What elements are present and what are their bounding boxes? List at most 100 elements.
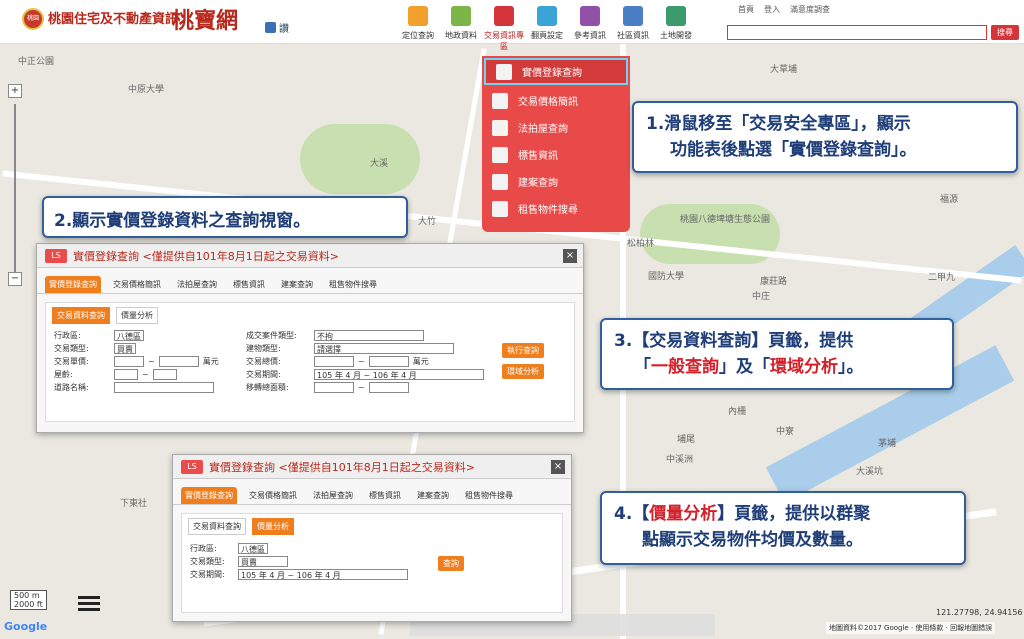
coordinate-readout: 121.27798, 24.94156 [936,608,1023,617]
survey-link[interactable]: 滿意度調查 [790,4,830,15]
nav-locate[interactable]: 定位查詢 [398,6,438,52]
menu-item-tender[interactable]: 標售資訊 [482,141,630,168]
transaction-type-select[interactable]: 買賣 [238,556,288,567]
building-type-select[interactable]: 請選擇 [314,343,454,354]
tab-price-registration[interactable]: 實價登錄查詢 [45,276,101,293]
map-icon [451,6,471,26]
road-name-input[interactable] [114,382,214,393]
callout-text: 1.滑鼠移至「交易安全專區」，顯示 [646,114,911,134]
menu-item-rental[interactable]: 租售物件搜尋 [482,195,630,222]
like-button[interactable]: 讚 [265,20,289,35]
district-select[interactable]: 八德區 [238,543,268,554]
zoom-slider-track[interactable] [14,104,16,284]
scale-metric: 500 m [14,591,40,600]
subtab-price-volume[interactable]: 價量分析 [116,307,158,324]
tab-project[interactable]: 建案查詢 [413,487,453,504]
form-left: 行政區: 八德區 交易類型: 買賣 交易期間: 105 年 4 月 ~ 106 年 4… [190,542,408,581]
transaction-type-select[interactable]: 買賣 [114,343,136,354]
unit-price-min[interactable] [114,356,144,367]
price-query-window: LS 實價登錄查詢 <僅提供自101年8月1日起之交易資料> × 實價登錄查詢 … [36,243,584,433]
district-select[interactable]: 八德區 [114,330,144,341]
price-volume-window: LS 實價登錄查詢 <僅提供自101年8月1日起之交易資料> × 實價登錄查詢 … [172,454,572,622]
subtab-transaction-query[interactable]: 交易資料查詢 [188,518,246,535]
map-label: 中寮 [776,427,795,437]
case-type-select[interactable]: 不拘 [314,330,424,341]
bell-icon [492,92,508,109]
area-min[interactable] [314,382,354,393]
form-row: 建物類型: 請選擇 [246,342,486,355]
total-price-min[interactable] [314,356,354,367]
login-link[interactable]: 登入 [764,4,780,15]
execute-query-button[interactable]: 執行查詢 [502,343,544,358]
zoom-in-button[interactable]: + [8,84,22,98]
tab-rental[interactable]: 租售物件搜尋 [461,487,517,504]
tab-price-sms[interactable]: 交易價格簡訊 [109,276,165,293]
menu-item-label: 法拍屋查詢 [518,124,568,135]
nav-community[interactable]: 社區資訊 [613,6,653,52]
nav-label: 土地開發 [660,31,692,40]
tab-price-registration[interactable]: 實價登錄查詢 [181,487,237,504]
close-button[interactable]: × [563,249,577,263]
tab-tender[interactable]: 標售資訊 [229,276,269,293]
field-label: 交易類型: [190,557,225,566]
tab-tender[interactable]: 標售資訊 [365,487,405,504]
nav-layer-settings[interactable]: 翻頁設定 [527,6,567,52]
nav-land-dev[interactable]: 土地開發 [656,6,696,52]
area-max[interactable] [368,382,409,393]
zoom-out-button[interactable]: − [8,272,22,286]
subtab-price-volume[interactable]: 價量分析 [252,518,294,535]
total-price-max[interactable] [368,356,409,367]
ls-icon: LS [181,459,203,474]
period-select[interactable]: 105 年 4 月 ~ 106 年 4 月 [314,369,484,380]
nav-label: 參考資訊 [574,31,606,40]
unit-label: 萬元 [412,357,429,366]
query-button[interactable]: 查詢 [438,556,464,571]
scale-imperial: 2000 ft [14,600,43,609]
map-park [300,124,420,194]
search-input[interactable] [727,25,987,40]
map-label: 福源 [940,195,959,205]
callout-text: 功能表後點選「實價登錄查詢」。 [670,140,917,160]
map-label: 下東社 [120,499,148,509]
callout-text-part: 」。 [838,357,864,377]
map-label: 松柏林 [627,239,655,249]
callout-text-part: 」及「 [719,357,770,377]
site-logo-text[interactable]: 桃園住宅及不動產資訊 [48,8,178,27]
tab-price-sms[interactable]: 交易價格簡訊 [245,487,301,504]
period-select[interactable]: 105 年 4 月 ~ 106 年 4 月 [238,569,408,580]
age-max[interactable] [152,369,177,380]
main-nav: 定位查詢 地政資料 交易資訊專區 翻頁設定 參考資訊 社區資訊 土地開發 [398,6,696,52]
nav-transaction[interactable]: 交易資訊專區 [484,6,524,52]
map-label: 康莊路 [760,277,788,287]
tab-project[interactable]: 建案查詢 [277,276,317,293]
window-tabs: 實價登錄查詢 交易價格簡訊 法拍屋查詢 標售資訊 建案查詢 租售物件搜尋 [37,268,583,294]
window-header: LS 實價登錄查詢 <僅提供自101年8月1日起之交易資料> [37,244,583,268]
nav-reference[interactable]: 參考資訊 [570,6,610,52]
search-button[interactable]: 搜尋 [991,25,1019,40]
building-icon [623,6,643,26]
unit-price-max[interactable] [158,356,199,367]
menu-item-price-registration[interactable]: 實價登錄查詢 [484,58,628,85]
menu-item-project[interactable]: 建案查詢 [482,168,630,195]
nav-land-data[interactable]: 地政資料 [441,6,481,52]
menu-item-label: 建案查詢 [518,178,558,189]
tab-rental[interactable]: 租售物件搜尋 [325,276,381,293]
close-button[interactable]: × [551,460,565,474]
logo-badge-text: 桃園 [26,15,39,22]
menu-item-auction[interactable]: 法拍屋查詢 [482,114,630,141]
window-title: 實價登錄查詢 <僅提供自101年8月1日起之交易資料> [73,249,339,263]
menu-item-price-sms[interactable]: 交易價格簡訊 [482,87,630,114]
subtab-transaction-query[interactable]: 交易資料查詢 [52,307,110,324]
map-label: 大草埔 [770,65,798,75]
logo-badge-icon: 桃園 [22,8,44,30]
home-link[interactable]: 首頁 [738,4,754,15]
form-row: 道路名稱: [54,381,244,394]
nav-label: 翻頁設定 [531,31,563,40]
site-logo-mark[interactable]: 桃寶網 [172,3,238,35]
tab-auction[interactable]: 法拍屋查詢 [309,487,357,504]
buffer-analysis-button[interactable]: 環域分析 [502,364,544,379]
age-min[interactable] [114,369,138,380]
tab-auction[interactable]: 法拍屋查詢 [173,276,221,293]
unit-label: 萬元 [202,357,219,366]
hamburger-menu-icon[interactable] [78,596,100,612]
